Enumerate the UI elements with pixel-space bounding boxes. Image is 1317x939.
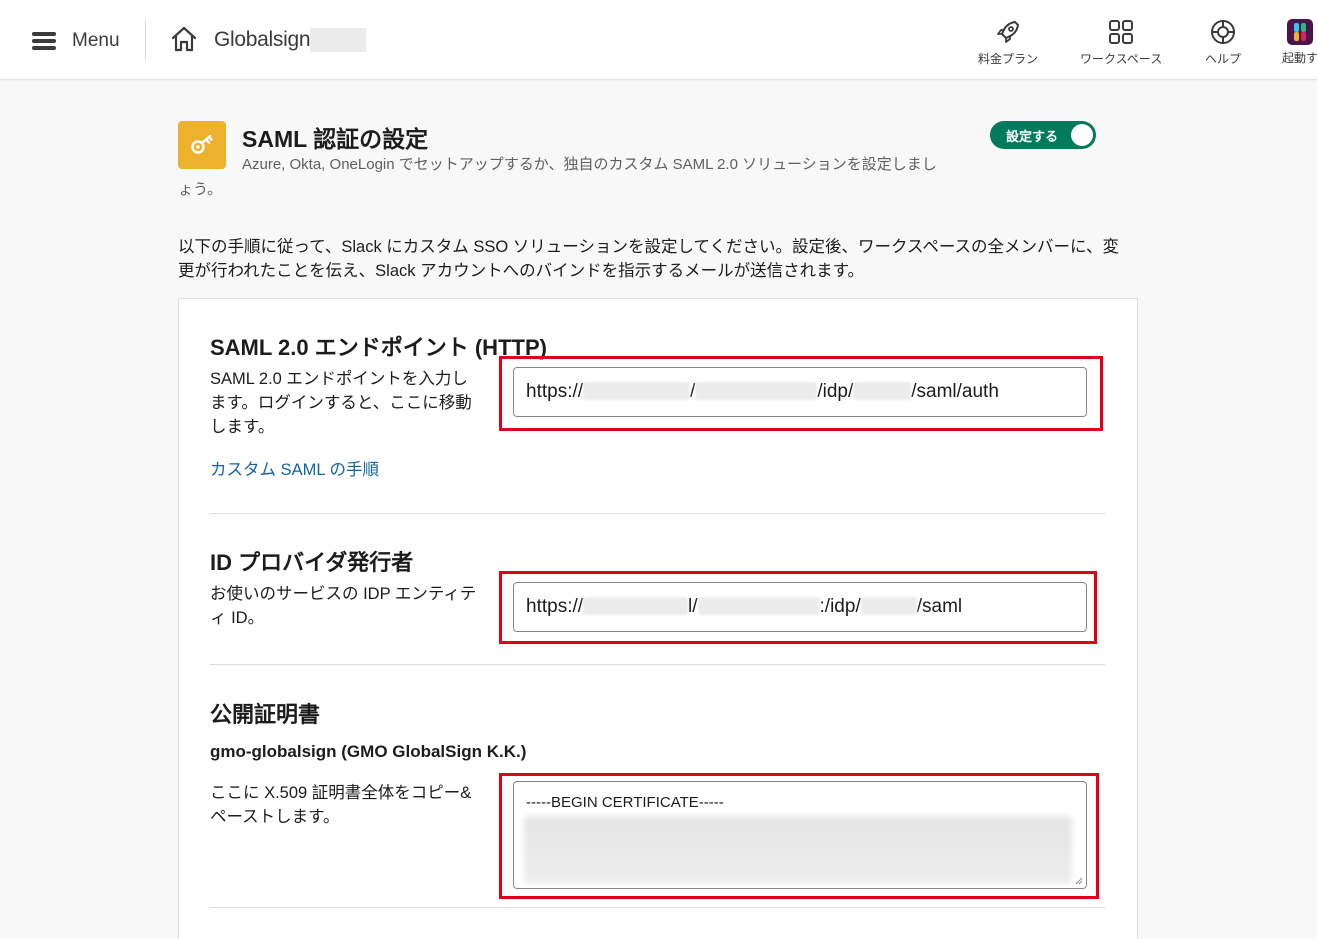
issuer-title: ID プロバイダ発行者 bbox=[210, 550, 414, 575]
nav-workspaces-label: ワークスペース bbox=[1080, 52, 1163, 66]
section-divider bbox=[210, 664, 1105, 665]
redacted-certificate bbox=[524, 816, 1072, 884]
page-title: SAML 認証の設定 bbox=[242, 126, 429, 152]
url-part: l/ bbox=[688, 596, 698, 617]
url-part: https:// bbox=[526, 596, 584, 617]
endpoint-description: SAML 2.0 エンドポイントを入力します。ログインすると、ここに移動します。 bbox=[210, 370, 472, 436]
page-subtitle: Azure, Okta, OneLogin でセットアップするか、独自のカスタム… bbox=[178, 156, 937, 198]
rocket-icon bbox=[997, 21, 1019, 43]
nav-pricing-label: 料金プラン bbox=[978, 52, 1039, 66]
url-part: https:// bbox=[526, 381, 584, 402]
certificate-textarea[interactable]: -----BEGIN CERTIFICATE----- bbox=[513, 781, 1087, 889]
saml-enable-toggle[interactable]: 設定する bbox=[990, 121, 1096, 149]
section-divider bbox=[210, 907, 1105, 908]
endpoint-title: SAML 2.0 エンドポイント (HTTP) bbox=[210, 335, 547, 360]
workspace-name-redacted bbox=[310, 28, 366, 52]
redacted-text bbox=[860, 597, 917, 615]
certificate-issuer-name: gmo-globalsign (GMO GlobalSign K.K.) bbox=[210, 742, 527, 761]
slack-logo-icon bbox=[1287, 19, 1313, 45]
section-divider bbox=[210, 513, 1105, 514]
certificate-begin-line: -----BEGIN CERTIFICATE----- bbox=[526, 794, 724, 811]
issuer-description: お使いのサービスの IDP エンティティ ID。 bbox=[210, 585, 477, 627]
certificate-description: ここに X.509 証明書全体をコピー&ペーストします。 bbox=[210, 784, 472, 826]
toggle-label: 設定する bbox=[1006, 129, 1059, 144]
idp-issuer-input[interactable]: https:// l/ :/idp/ /saml bbox=[513, 582, 1087, 632]
nav-launch-label: 起動す bbox=[1282, 51, 1317, 65]
grid-icon bbox=[1109, 20, 1134, 44]
nav-pricing[interactable]: 料金プラン bbox=[978, 18, 1038, 67]
menu-label: Menu bbox=[72, 30, 120, 51]
url-part: /idp/ bbox=[817, 381, 854, 402]
intro-text: 以下の手順に従って、Slack にカスタム SSO ソリューションを設定してくだ… bbox=[178, 238, 1120, 280]
nav-workspaces[interactable]: ワークスペース bbox=[1080, 18, 1162, 67]
nav-help[interactable]: ヘルプ bbox=[1205, 18, 1241, 67]
home-icon[interactable] bbox=[170, 25, 198, 53]
url-part: /saml/auth bbox=[911, 381, 999, 402]
redacted-text bbox=[697, 597, 820, 615]
workspace-name[interactable]: Globalsign bbox=[214, 28, 311, 52]
redacted-text bbox=[583, 382, 691, 400]
url-part: :/idp/ bbox=[819, 596, 861, 617]
help-lifebuoy-icon bbox=[1211, 20, 1235, 44]
nav-help-label: ヘルプ bbox=[1205, 52, 1242, 66]
resize-handle-icon[interactable] bbox=[1075, 877, 1083, 885]
toggle-knob bbox=[1071, 124, 1093, 146]
url-part: /saml bbox=[916, 596, 963, 617]
divider bbox=[145, 20, 146, 60]
nav-launch[interactable]: 起動す bbox=[1282, 18, 1317, 66]
redacted-text bbox=[695, 382, 818, 400]
saml-endpoint-input[interactable]: https:////idp//saml/auth bbox=[513, 367, 1087, 417]
redacted-text bbox=[583, 597, 689, 615]
redacted-text bbox=[853, 382, 912, 400]
top-bar: Menu Globalsign 料金プラン ワークスペース ヘルプ 起動す bbox=[0, 0, 1317, 80]
certificate-title: 公開証明書 bbox=[210, 702, 321, 727]
hamburger-icon bbox=[32, 32, 56, 50]
custom-saml-instructions-link[interactable]: カスタム SAML の手順 bbox=[210, 456, 379, 480]
menu-button[interactable]: Menu bbox=[32, 26, 120, 56]
